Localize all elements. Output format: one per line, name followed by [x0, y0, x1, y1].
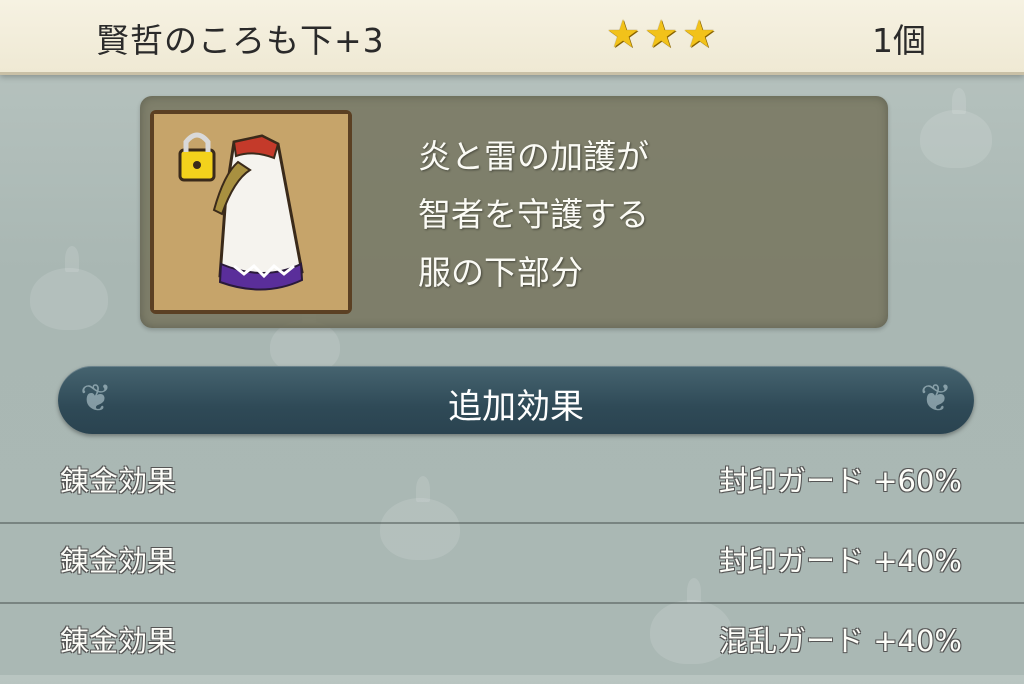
effect-label: 錬金効果	[60, 464, 177, 498]
description-line: 炎と雷の加護が	[418, 137, 649, 176]
star-icon: ★	[606, 12, 641, 56]
rarity-stars: ★ ★ ★	[606, 14, 716, 54]
item-icon-frame	[150, 110, 352, 314]
item-description: 炎と雷の加護が 智者を守護する 服の下部分	[418, 128, 649, 302]
item-header: 賢哲のころも下+3 ★ ★ ★ 1個	[0, 0, 1024, 75]
effect-value: 封印ガード +40%	[719, 544, 962, 578]
slime-watermark-icon	[30, 246, 108, 330]
effect-label: 錬金効果	[60, 624, 177, 658]
effect-value: 混乱ガード +40%	[719, 624, 962, 658]
effect-row: 錬金効果 封印ガード +40%	[0, 524, 1024, 604]
effect-label: 錬金効果	[60, 544, 177, 578]
additional-effects-header: ❦ 追加効果 ❦	[58, 366, 974, 434]
effect-row: 錬金効果 混乱ガード +40%	[0, 604, 1024, 684]
item-quantity: 1個	[872, 21, 926, 60]
description-line: 智者を守護する	[418, 195, 649, 234]
slime-watermark-icon	[920, 88, 992, 168]
effect-row: 錬金効果 封印ガード +60%	[0, 444, 1024, 524]
robe-bottom-icon	[154, 114, 348, 310]
effect-value: 封印ガード +60%	[719, 464, 962, 498]
section-title: 追加効果	[448, 387, 584, 427]
item-name: 賢哲のころも下+3	[96, 21, 385, 60]
star-icon: ★	[644, 12, 679, 56]
star-icon: ★	[682, 12, 717, 56]
flourish-right-icon: ❦	[920, 376, 952, 420]
description-line: 服の下部分	[418, 253, 583, 292]
